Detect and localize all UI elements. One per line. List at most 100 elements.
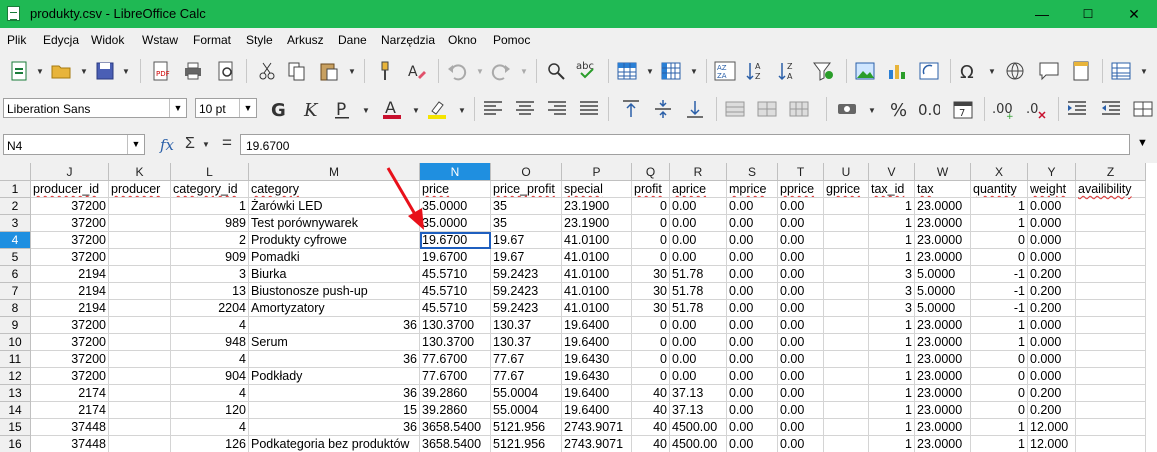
table-cell[interactable]: 1: [869, 317, 915, 334]
autofilter-icon[interactable]: [812, 60, 834, 82]
table-cell[interactable]: 904: [171, 368, 249, 385]
italic-icon[interactable]: K: [299, 98, 321, 120]
table-cell[interactable]: -1: [971, 300, 1028, 317]
table-cell[interactable]: 37200: [31, 351, 109, 368]
table-cell[interactable]: 0.000: [1028, 249, 1076, 266]
table-cell[interactable]: [1076, 249, 1146, 266]
table-cell[interactable]: 19.6400: [562, 385, 632, 402]
table-cell[interactable]: 30: [632, 300, 670, 317]
row-icon[interactable]: [616, 60, 638, 82]
chevron-down-icon[interactable]: ▼: [122, 67, 130, 76]
headers-footers-icon[interactable]: [1070, 60, 1092, 82]
table-cell[interactable]: 19.67: [491, 232, 562, 249]
table-cell[interactable]: 19.6430: [562, 351, 632, 368]
table-cell[interactable]: 4: [171, 385, 249, 402]
table-cell[interactable]: 30: [632, 283, 670, 300]
sort-descending-icon[interactable]: ZA: [778, 60, 800, 82]
table-cell[interactable]: [1076, 198, 1146, 215]
insert-chart-icon[interactable]: [886, 60, 908, 82]
table-cell[interactable]: 0.00: [727, 232, 778, 249]
table-cell[interactable]: 59.2423: [491, 300, 562, 317]
table-cell[interactable]: 1: [971, 334, 1028, 351]
table-cell[interactable]: [109, 419, 171, 436]
table-cell[interactable]: [109, 436, 171, 452]
table-cell[interactable]: 989: [171, 215, 249, 232]
table-cell[interactable]: 0: [971, 232, 1028, 249]
clone-formatting-icon[interactable]: [374, 60, 396, 82]
sort-ascending-icon[interactable]: AZ: [746, 60, 768, 82]
table-cell[interactable]: 0: [632, 215, 670, 232]
table-cell[interactable]: 36: [249, 385, 420, 402]
row-header-7[interactable]: 7: [0, 283, 31, 300]
comment-icon[interactable]: [1038, 60, 1060, 82]
column-title-cell[interactable]: tax: [915, 181, 971, 198]
column-title-cell[interactable]: special: [562, 181, 632, 198]
table-cell[interactable]: 36: [249, 419, 420, 436]
select-all-corner[interactable]: [0, 163, 31, 181]
column-title-cell[interactable]: weight: [1028, 181, 1076, 198]
table-cell[interactable]: [1076, 232, 1146, 249]
table-cell[interactable]: 0.00: [778, 266, 824, 283]
format-number-icon[interactable]: 0.0: [918, 98, 940, 120]
column-header-q[interactable]: Q: [632, 163, 670, 181]
column-header-p[interactable]: P: [562, 163, 632, 181]
table-cell[interactable]: 0: [632, 232, 670, 249]
chevron-down-icon[interactable]: ▼: [362, 106, 370, 115]
minimize-button[interactable]: —: [1019, 0, 1065, 28]
row-header-10[interactable]: 10: [0, 334, 31, 351]
column-title-cell[interactable]: quantity: [971, 181, 1028, 198]
table-cell[interactable]: 13: [171, 283, 249, 300]
table-cell[interactable]: [109, 283, 171, 300]
table-cell[interactable]: 0.00: [670, 232, 727, 249]
column-title-cell[interactable]: aprice: [670, 181, 727, 198]
table-cell[interactable]: 37448: [31, 436, 109, 452]
table-cell[interactable]: 19.6700: [420, 249, 491, 266]
column-title-cell[interactable]: category_id: [171, 181, 249, 198]
paste-icon[interactable]: [318, 60, 340, 82]
table-cell[interactable]: 0: [632, 351, 670, 368]
table-cell[interactable]: 0.00: [727, 215, 778, 232]
table-cell[interactable]: 0.00: [778, 317, 824, 334]
table-cell[interactable]: 0.00: [670, 215, 727, 232]
table-cell[interactable]: 948: [171, 334, 249, 351]
chevron-down-icon[interactable]: ▼: [348, 67, 356, 76]
table-cell[interactable]: 0.00: [727, 334, 778, 351]
table-cell[interactable]: 130.3700: [420, 317, 491, 334]
column-header-z[interactable]: Z: [1076, 163, 1146, 181]
table-cell[interactable]: 35: [491, 215, 562, 232]
table-cell[interactable]: 1: [869, 334, 915, 351]
row-header-12[interactable]: 12: [0, 368, 31, 385]
table-cell[interactable]: 40: [632, 385, 670, 402]
table-cell[interactable]: 41.0100: [562, 266, 632, 283]
column-title-cell[interactable]: price: [420, 181, 491, 198]
table-cell[interactable]: Podkategoria bez produktów: [249, 436, 420, 452]
table-cell[interactable]: 3: [869, 283, 915, 300]
table-cell[interactable]: [824, 436, 869, 452]
table-cell[interactable]: 1: [869, 402, 915, 419]
row-header-3[interactable]: 3: [0, 215, 31, 232]
table-cell[interactable]: 2174: [31, 385, 109, 402]
table-cell[interactable]: 19.6400: [562, 402, 632, 419]
table-cell[interactable]: 0.00: [727, 402, 778, 419]
table-cell[interactable]: 77.6700: [420, 351, 491, 368]
table-cell[interactable]: 37200: [31, 232, 109, 249]
align-center-icon[interactable]: [514, 98, 536, 120]
table-cell[interactable]: 77.6700: [420, 368, 491, 385]
table-cell[interactable]: 4: [171, 419, 249, 436]
table-cell[interactable]: 23.0000: [915, 334, 971, 351]
chevron-down-icon[interactable]: ▼: [868, 106, 876, 115]
table-cell[interactable]: 77.67: [491, 368, 562, 385]
table-cell[interactable]: 1: [869, 368, 915, 385]
table-cell[interactable]: 0: [971, 368, 1028, 385]
column-header-n[interactable]: N: [420, 163, 491, 181]
close-button[interactable]: ✕: [1111, 0, 1157, 28]
table-cell[interactable]: 1: [971, 215, 1028, 232]
chevron-down-icon[interactable]: ▼: [239, 99, 256, 117]
table-cell[interactable]: 30: [632, 266, 670, 283]
table-cell[interactable]: 0.200: [1028, 300, 1076, 317]
function-wizard-icon[interactable]: fx: [160, 136, 174, 154]
chevron-down-icon[interactable]: ▼: [80, 67, 88, 76]
table-cell[interactable]: 19.6430: [562, 368, 632, 385]
table-cell[interactable]: 1: [869, 385, 915, 402]
table-cell[interactable]: 1: [869, 249, 915, 266]
